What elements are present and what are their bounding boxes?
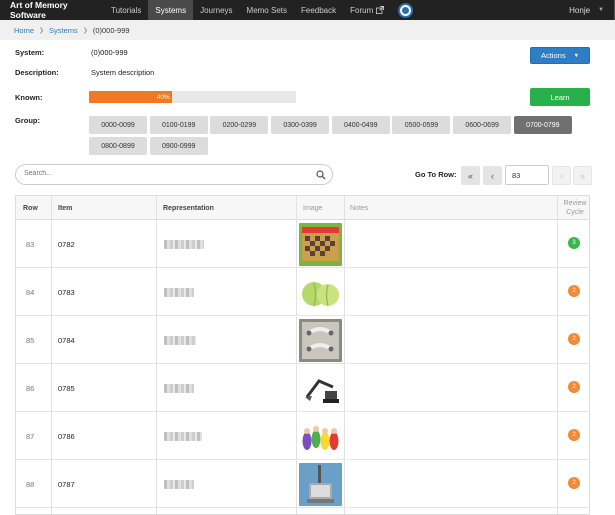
row-number: 84: [26, 288, 35, 297]
item-image[interactable]: [299, 367, 342, 410]
review-cycle-badge: 2: [568, 285, 580, 297]
group-button-0200-0299[interactable]: 0200-0299: [210, 116, 269, 134]
group-label: Group:: [15, 116, 40, 125]
column-header-notes: Notes: [350, 204, 369, 212]
nav-forum-label: Forum: [350, 5, 374, 15]
brand-link[interactable]: Art of Memory Software: [0, 0, 104, 20]
item-value: 0786: [58, 432, 75, 441]
breadcrumb-home[interactable]: Home: [14, 26, 34, 35]
description-value: System description: [91, 68, 155, 77]
user-name: Honje: [569, 5, 591, 15]
nav-feedback[interactable]: Feedback: [294, 0, 343, 20]
group-button-0300-0399[interactable]: 0300-0399: [271, 116, 330, 134]
nav-memo-sets[interactable]: Memo Sets: [240, 0, 294, 20]
group-button-0100-0199[interactable]: 0100-0199: [149, 116, 208, 134]
next-page-button[interactable]: ›: [552, 166, 571, 185]
top-navbar: Art of Memory Software Tutorials Systems…: [0, 0, 615, 20]
review-cycle-badge: 2: [568, 477, 580, 489]
group-button-0500-0599[interactable]: 0500-0599: [392, 116, 451, 134]
nav-tutorials[interactable]: Tutorials: [104, 0, 148, 20]
review-cycle-badge: 2: [568, 333, 580, 345]
representation-blurred: [164, 384, 194, 393]
review-cycle-badge: 2: [568, 429, 580, 441]
item-value: 0784: [58, 336, 75, 345]
group-button-0400-0499[interactable]: 0400-0499: [331, 116, 390, 134]
item-image[interactable]: [299, 319, 342, 362]
search-input[interactable]: [24, 170, 304, 177]
row-number: 88: [26, 480, 35, 489]
group-button-0700-0799[interactable]: 0700-0799: [513, 116, 572, 134]
column-header-review-cycle: Review Cycle: [563, 200, 587, 216]
item-value: 0785: [58, 384, 75, 393]
representation-blurred: [164, 240, 204, 249]
group-button-0900-0999[interactable]: 0900-0999: [149, 137, 208, 155]
chevron-down-icon: ▼: [598, 7, 604, 13]
chevron-down-icon: ▼: [573, 52, 580, 59]
row-number: 85: [26, 336, 35, 345]
group-button-0600-0699[interactable]: 0600-0699: [453, 116, 512, 134]
table-row[interactable]: 85 0784 2: [16, 316, 589, 364]
representation-blurred: [164, 336, 196, 345]
item-image[interactable]: [299, 223, 342, 266]
review-cycle-badge: 2: [568, 381, 580, 393]
search-icon[interactable]: [316, 170, 326, 180]
known-progress-bar: 40%: [89, 91, 296, 103]
column-header-image: Image: [303, 204, 323, 212]
row-number: 86: [26, 384, 35, 393]
column-header-row[interactable]: Row: [23, 196, 38, 220]
external-link-icon: [376, 6, 385, 14]
row-number: 83: [26, 240, 35, 249]
review-cycle-badge: 3: [568, 237, 580, 249]
nav-journeys[interactable]: Journeys: [193, 0, 239, 20]
user-menu[interactable]: Honje ▼: [561, 0, 615, 20]
table-header: Row Item Representation Image Notes Revi…: [16, 196, 589, 220]
chevron-right-icon: ❯: [39, 27, 45, 34]
system-label: System:: [15, 48, 45, 57]
system-value: (0)000-999: [91, 48, 128, 57]
group-button-0000-0099[interactable]: 0000-0099: [89, 116, 147, 134]
item-value: 0782: [58, 240, 75, 249]
table-row[interactable]: 83 0782 3: [16, 220, 589, 268]
table-row[interactable]: 84 0783 2: [16, 268, 589, 316]
representation-blurred: [164, 288, 194, 297]
items-table: Row Item Representation Image Notes Revi…: [15, 195, 590, 515]
actions-button[interactable]: Actions ▼: [530, 47, 590, 64]
item-image[interactable]: [299, 271, 342, 314]
item-image[interactable]: [299, 415, 342, 458]
representation-blurred: [164, 480, 194, 489]
column-header-item[interactable]: Item: [58, 196, 72, 220]
known-label: Known:: [15, 93, 43, 102]
prev-page-button[interactable]: ‹: [483, 166, 502, 185]
chevron-right-icon: ❯: [82, 27, 88, 34]
group-button-0800-0899[interactable]: 0800-0899: [89, 137, 147, 155]
item-value: 0787: [58, 480, 75, 489]
nav-forum[interactable]: Forum: [343, 0, 391, 20]
last-page-button[interactable]: »: [573, 166, 592, 185]
breadcrumb-systems[interactable]: Systems: [49, 26, 78, 35]
actions-button-label: Actions: [540, 51, 566, 60]
description-label: Description:: [15, 68, 59, 77]
group-selector: 0000-0099 0100-0199 0200-0299 0300-0399 0400…: [89, 116, 579, 158]
known-progress-fill: 40%: [89, 91, 172, 103]
search-box[interactable]: [15, 164, 333, 185]
breadcrumb: Home ❯ Systems ❯ (0)000-999: [0, 20, 615, 40]
goto-row-label: Go To Row:: [415, 170, 457, 179]
table-row[interactable]: 88 0787 2: [16, 460, 589, 508]
first-page-button[interactable]: «: [461, 166, 480, 185]
breadcrumb-current: (0)000-999: [92, 25, 130, 35]
app-logo-icon[interactable]: [391, 0, 419, 20]
column-header-representation[interactable]: Representation: [163, 196, 214, 220]
learn-button[interactable]: Learn: [530, 88, 590, 106]
nav-systems[interactable]: Systems: [148, 0, 194, 20]
table-row[interactable]: 87 0786 2: [16, 412, 589, 460]
representation-blurred: [164, 432, 202, 441]
table-row[interactable]: 86 0785 2: [16, 364, 589, 412]
item-value: 0783: [58, 288, 75, 297]
goto-row-input[interactable]: 83: [505, 165, 549, 185]
row-number: 87: [26, 432, 35, 441]
